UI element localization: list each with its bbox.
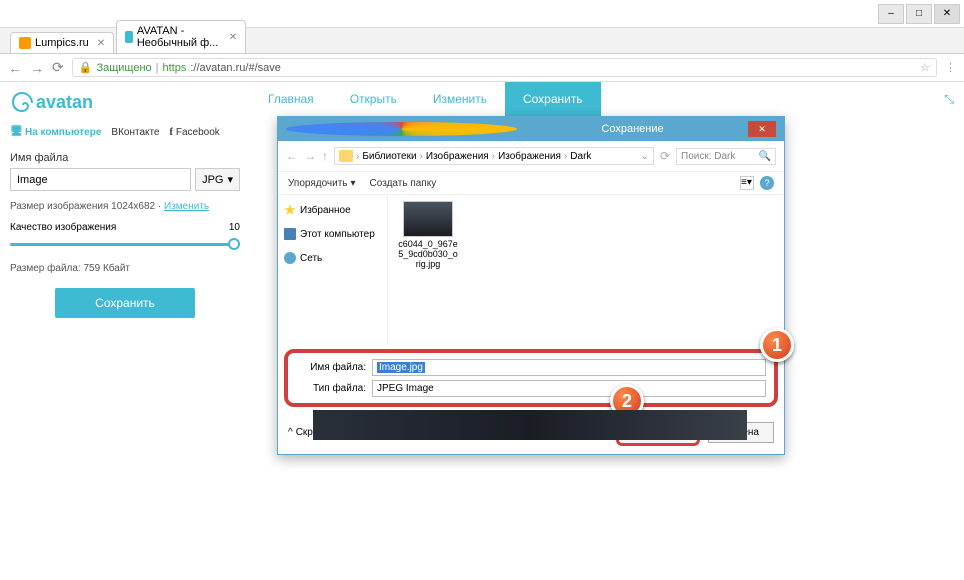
browser-tab[interactable]: Lumpics.ru ✕ <box>10 32 114 53</box>
chevron-up-icon: ^ <box>288 427 293 438</box>
preview-image <box>313 410 747 440</box>
window-minimize[interactable]: – <box>878 4 904 24</box>
breadcrumb-bar[interactable]: › Библиотеки › Изображения › Изображения… <box>334 147 654 165</box>
tab-edit[interactable]: Изменить <box>415 82 505 116</box>
reload-icon[interactable]: ⟳ <box>52 59 64 76</box>
address-bar: ← → ⟳ 🔒 Защищено | https://avatan.ru/#/s… <box>0 54 964 82</box>
dialog-toolbar: Упорядочить ▾ Создать папку ≡▾ ? <box>278 172 784 195</box>
dialog-body: Избранное Этот компьютер Сеть c6044_0_96… <box>278 195 784 345</box>
search-icon: 🔍 <box>759 151 771 162</box>
file-name: c6044_0_967e5_9cd0b030_orig.jpg <box>398 240 458 270</box>
share-row: 🖥 На компьютере ВКонтакте f Facebook <box>10 126 240 138</box>
network-icon <box>284 252 296 264</box>
folder-icon <box>339 150 353 162</box>
search-input[interactable]: Поиск: Dark 🔍 <box>676 148 776 165</box>
nav-forward-icon[interactable]: → <box>304 149 316 163</box>
dialog-titlebar: Сохранение ✕ <box>278 117 784 141</box>
back-icon[interactable]: ← <box>8 60 22 76</box>
window-close[interactable]: ✕ <box>934 4 960 24</box>
logo-text: avatan <box>36 92 93 113</box>
quality-value: 10 <box>229 222 240 233</box>
menu-icon[interactable]: ⋮ <box>945 61 956 74</box>
file-list[interactable]: c6044_0_967e5_9cd0b030_orig.jpg <box>388 195 784 345</box>
refresh-icon[interactable]: ⟳ <box>660 149 670 163</box>
sidebar-computer[interactable]: Этот компьютер <box>282 225 383 243</box>
filename-field[interactable]: Image.jpg <box>372 359 766 376</box>
nav-up-icon[interactable]: ↑ <box>322 149 328 163</box>
chevron-down-icon: ▾ <box>351 178 356 189</box>
url-input[interactable]: 🔒 Защищено | https://avatan.ru/#/save ☆ <box>72 58 937 77</box>
organize-menu[interactable]: Упорядочить ▾ <box>288 178 356 189</box>
favicon-icon <box>125 31 133 43</box>
url-path: ://avatan.ru/#/save <box>190 62 281 74</box>
tab-main[interactable]: Главная <box>250 82 332 116</box>
window-maximize[interactable]: □ <box>906 4 932 24</box>
tab-label: Lumpics.ru <box>35 37 89 49</box>
dialog-close-button[interactable]: ✕ <box>748 121 776 137</box>
annotation-badge-1: 1 <box>760 328 794 362</box>
dialog-nav: ← → ↑ › Библиотеки › Изображения › Изобр… <box>278 141 784 172</box>
filename-fields-highlight: Имя файла: Image.jpg Тип файла: JPEG Ima… <box>284 349 778 407</box>
help-icon[interactable]: ? <box>760 176 774 190</box>
dialog-sidebar: Избранное Этот компьютер Сеть <box>278 195 388 345</box>
favicon-icon <box>19 37 31 49</box>
star-icon <box>284 204 296 216</box>
dialog-title: Сохранение <box>517 123 748 135</box>
url-protocol: https <box>163 62 187 74</box>
new-folder-button[interactable]: Создать папку <box>370 178 437 189</box>
forward-icon[interactable]: → <box>30 60 44 76</box>
format-select[interactable]: JPG ▾ <box>195 168 240 191</box>
image-size-row: Размер изображения 1024x682 · Изменить <box>10 201 240 212</box>
sidebar-favorites[interactable]: Избранное <box>282 201 383 219</box>
file-thumbnail <box>403 201 453 237</box>
filesize-label: Размер файла: 759 Кбайт <box>10 263 240 274</box>
save-button[interactable]: Сохранить <box>55 288 195 318</box>
logo[interactable]: avatan <box>10 90 240 114</box>
browser-tab[interactable]: AVATAN - Необычный ф... ✕ <box>116 20 246 53</box>
quality-slider[interactable] <box>10 237 240 253</box>
sidebar-network[interactable]: Сеть <box>282 249 383 267</box>
filename-label: Имя файла: <box>296 362 366 373</box>
view-icon[interactable]: ≡▾ <box>740 176 754 190</box>
change-size-link[interactable]: Изменить <box>164 201 209 212</box>
tab-open[interactable]: Открыть <box>332 82 415 116</box>
browser-tabs: Lumpics.ru ✕ AVATAN - Необычный ф... ✕ <box>0 28 964 54</box>
filetype-select[interactable]: JPEG Image <box>372 380 766 397</box>
star-icon[interactable]: ☆ <box>920 61 930 74</box>
chevron-down-icon: ▾ <box>227 173 233 186</box>
chrome-icon <box>286 122 517 136</box>
tab-close-icon[interactable]: ✕ <box>97 38 105 49</box>
secure-label: Защищено <box>96 62 151 74</box>
share-facebook[interactable]: f Facebook <box>170 127 220 138</box>
quality-label: Качество изображения <box>10 222 116 233</box>
page-tabs: Главная Открыть Изменить Сохранить <box>250 82 964 116</box>
filename-label: Имя файла <box>10 152 240 164</box>
filename-input[interactable] <box>10 168 191 191</box>
tab-close-icon[interactable]: ✕ <box>229 32 237 43</box>
share-vk[interactable]: ВКонтакте <box>111 127 159 138</box>
lock-icon: 🔒 <box>79 61 93 74</box>
logo-icon <box>10 90 34 114</box>
tab-label: AVATAN - Необычный ф... <box>137 25 221 49</box>
filetype-label: Тип файла: <box>296 383 366 394</box>
share-computer[interactable]: 🖥 На компьютере <box>10 126 101 138</box>
tab-save[interactable]: Сохранить <box>505 82 601 116</box>
save-dialog: Сохранение ✕ ← → ↑ › Библиотеки › Изобра… <box>277 116 785 455</box>
monitor-icon: 🖥 <box>10 126 22 138</box>
nav-back-icon[interactable]: ← <box>286 149 298 163</box>
pc-icon <box>284 228 296 240</box>
file-item[interactable]: c6044_0_967e5_9cd0b030_orig.jpg <box>398 201 458 270</box>
left-column: avatan 🖥 На компьютере ВКонтакте f Faceb… <box>0 82 250 580</box>
expand-icon[interactable]: ⤡ <box>944 92 954 107</box>
